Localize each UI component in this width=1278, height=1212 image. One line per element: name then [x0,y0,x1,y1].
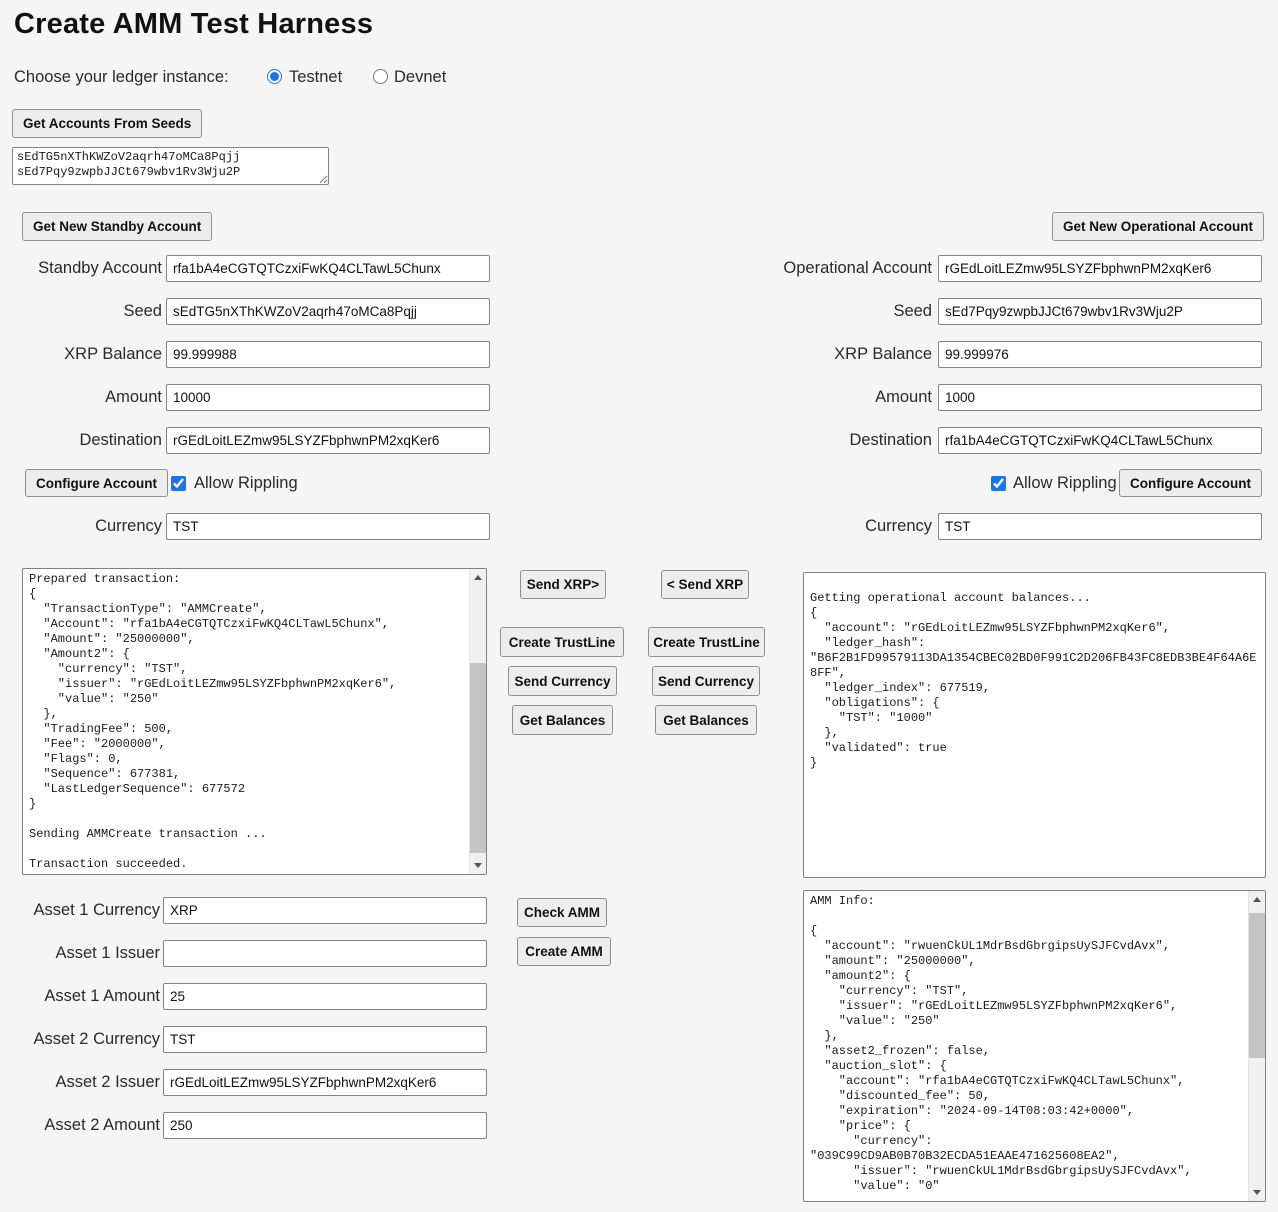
standby-amount-input[interactable] [166,384,490,411]
operational-currency-input[interactable] [938,513,1262,540]
ledger-instance-label: Choose your ledger instance: [14,68,229,86]
seeds-textarea[interactable]: sEdTG5nXThKWZoV2aqrh47oMCa8Pqjj sEd7Pqy9… [12,147,329,185]
operational-account-label: Operational Account [783,259,932,277]
operational-currency-label: Currency [865,517,932,535]
operational-results-text: Getting operational account balances... … [810,591,1257,770]
standby-destination-input[interactable] [166,427,490,454]
testnet-radio[interactable] [267,69,282,84]
operational-create-trustline-button[interactable]: Create TrustLine [648,627,765,657]
standby-get-balances-button[interactable]: Get Balances [512,705,613,735]
amm-info-scrollbar[interactable] [1248,891,1265,1201]
amm-info-text: AMM Info: { "account": "rwuenCkUL1MdrBsd… [810,894,1192,1193]
operational-get-balances-button[interactable]: Get Balances [655,705,757,735]
standby-create-trustline-button[interactable]: Create TrustLine [500,627,624,657]
scroll-up-button[interactable] [1249,891,1265,908]
standby-results-scrollbar[interactable] [469,569,486,874]
standby-xrp-balance-label: XRP Balance [64,345,162,363]
standby-results-text: Prepared transaction: { "TransactionType… [29,572,397,871]
operational-destination-label: Destination [849,431,932,449]
amm-info-textarea[interactable]: AMM Info: { "account": "rwuenCkUL1MdrBsd… [803,890,1266,1202]
standby-allow-rippling-label: Allow Rippling [194,474,298,492]
standby-send-currency-button[interactable]: Send Currency [508,666,617,696]
asset1-currency-label: Asset 1 Currency [33,901,160,919]
scroll-down-button[interactable] [1249,1184,1265,1201]
devnet-radio-label: Devnet [394,68,447,86]
standby-account-input[interactable] [166,255,490,282]
operational-allow-rippling-checkbox[interactable] [991,476,1006,491]
scrollbar-thumb[interactable] [470,663,486,853]
devnet-radio[interactable] [373,69,388,84]
operational-configure-account-button[interactable]: Configure Account [1119,469,1262,497]
asset1-amount-label: Asset 1 Amount [44,987,160,1005]
standby-configure-account-button[interactable]: Configure Account [25,469,168,497]
arrow-down-icon [1253,1190,1261,1195]
standby-results-textarea[interactable]: Prepared transaction: { "TransactionType… [22,568,487,875]
standby-seed-label: Seed [123,302,162,320]
asset2-issuer-label: Asset 2 Issuer [55,1073,160,1091]
standby-seed-input[interactable] [166,298,490,325]
get-accounts-from-seeds-button[interactable]: Get Accounts From Seeds [12,109,203,138]
operational-xrp-balance-input[interactable] [938,341,1262,368]
operational-amount-label: Amount [875,388,932,406]
standby-currency-label: Currency [95,517,162,535]
operational-seed-input[interactable] [938,298,1262,325]
scroll-up-button[interactable] [470,569,486,586]
asset1-issuer-label: Asset 1 Issuer [55,944,160,962]
scrollbar-thumb[interactable] [1249,913,1265,1058]
asset2-currency-input[interactable] [163,1026,487,1053]
standby-xrp-balance-input[interactable] [166,341,490,368]
standby-send-xrp-button[interactable]: Send XRP> [520,570,606,599]
amm-test-harness-page: Create AMM Test Harness Choose your ledg… [0,0,1278,1212]
asset1-amount-input[interactable] [163,983,487,1010]
asset2-currency-label: Asset 2 Currency [33,1030,160,1048]
asset1-currency-input[interactable] [163,897,487,924]
asset2-amount-input[interactable] [163,1112,487,1139]
operational-xrp-balance-label: XRP Balance [834,345,932,363]
standby-account-label: Standby Account [38,259,162,277]
operational-account-input[interactable] [938,255,1262,282]
scroll-down-button[interactable] [470,857,486,874]
operational-send-currency-button[interactable]: Send Currency [652,666,760,696]
check-amm-button[interactable]: Check AMM [517,898,607,927]
get-new-operational-account-button[interactable]: Get New Operational Account [1051,212,1264,241]
operational-seed-label: Seed [893,302,932,320]
operational-allow-rippling-label: Allow Rippling [1013,474,1117,492]
get-new-standby-account-button[interactable]: Get New Standby Account [22,212,213,241]
testnet-radio-label: Testnet [289,68,343,86]
operational-amount-input[interactable] [938,384,1262,411]
operational-send-xrp-button[interactable]: < Send XRP [661,570,749,599]
standby-amount-label: Amount [105,388,162,406]
arrow-up-icon [1253,897,1261,902]
standby-currency-input[interactable] [166,513,490,540]
page-title: Create AMM Test Harness [14,8,374,40]
arrow-up-icon [474,575,482,580]
operational-destination-input[interactable] [938,427,1262,454]
asset2-issuer-input[interactable] [163,1069,487,1096]
standby-destination-label: Destination [79,431,162,449]
asset2-amount-label: Asset 2 Amount [44,1116,160,1134]
create-amm-button[interactable]: Create AMM [517,937,611,966]
operational-results-textarea[interactable]: Getting operational account balances... … [803,572,1266,878]
asset1-issuer-input[interactable] [163,940,487,967]
standby-allow-rippling-checkbox[interactable] [171,476,186,491]
arrow-down-icon [474,863,482,868]
